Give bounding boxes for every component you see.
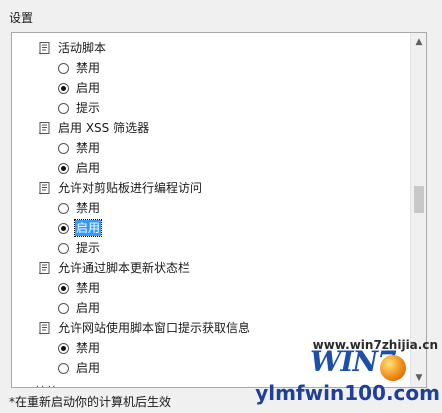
folder-icon — [16, 386, 27, 387]
script-policy-icon — [38, 262, 50, 275]
folder-other[interactable]: 其他 — [16, 382, 59, 387]
option-label: 禁用 — [76, 141, 101, 155]
settings-tree-list: 活动脚本 禁用 启用 提示 启用 XSS 筛选器 禁用 启用 允许对剪贴板进行编程访问 禁用 启用… — [12, 33, 410, 387]
watermark-orb-icon — [380, 355, 406, 381]
option-label: 提示 — [76, 101, 101, 115]
script-policy-icon — [38, 322, 50, 335]
radio-option[interactable]: 启用 — [58, 298, 101, 318]
policy-label: 活动脚本 — [58, 41, 107, 55]
policy-item[interactable]: 允许网站使用脚本窗口提示获取信息 — [38, 318, 251, 338]
radio-option[interactable]: 启用 — [58, 358, 101, 378]
radio-option[interactable]: 禁用 — [58, 338, 101, 358]
option-label: 启用 — [76, 361, 101, 375]
option-label: 提示 — [76, 241, 101, 255]
radio-option[interactable]: 提示 — [58, 238, 101, 258]
policy-item[interactable]: 活动脚本 — [38, 38, 107, 58]
option-label: 禁用 — [76, 61, 101, 75]
radio-option[interactable]: 启用 — [58, 78, 101, 98]
script-policy-icon — [38, 182, 50, 195]
radio-button[interactable] — [58, 142, 69, 154]
site-watermark: www.win7zhijia.cn WIN7 ylmfwin100.com — [255, 335, 442, 413]
option-label: 禁用 — [76, 201, 101, 215]
radio-button[interactable] — [58, 102, 69, 114]
radio-button[interactable] — [58, 302, 69, 314]
vertical-scrollbar[interactable]: ▲ ▼ — [410, 33, 426, 387]
option-label: 启用 — [76, 81, 101, 95]
watermark-domain: ylmfwin100.com — [255, 381, 440, 405]
radio-option[interactable]: 禁用 — [58, 278, 101, 298]
policy-item[interactable]: 允许对剪贴板进行编程访问 — [38, 178, 203, 198]
policy-label: 启用 XSS 筛选器 — [58, 121, 150, 135]
radio-option[interactable]: 禁用 — [58, 58, 101, 78]
radio-button[interactable] — [58, 242, 69, 254]
radio-button[interactable] — [58, 222, 69, 234]
scroll-up-arrow-icon[interactable]: ▲ — [411, 34, 426, 50]
radio-button[interactable] — [58, 362, 69, 374]
radio-button[interactable] — [58, 282, 69, 294]
footer-note: *在重新启动你的计算机后生效 — [9, 395, 172, 409]
radio-option[interactable]: 提示 — [58, 98, 101, 118]
radio-button[interactable] — [58, 62, 69, 74]
option-label: 禁用 — [76, 281, 101, 295]
policy-label: 允许网站使用脚本窗口提示获取信息 — [58, 321, 251, 335]
policy-label: 允许对剪贴板进行编程访问 — [58, 181, 203, 195]
group-label: 设置 — [9, 11, 34, 25]
radio-option[interactable]: 启用 — [58, 158, 101, 178]
option-label: 启用 — [73, 219, 103, 237]
radio-option[interactable]: 禁用 — [58, 138, 101, 158]
scroll-thumb[interactable] — [414, 186, 424, 213]
folder-label: 其他 — [33, 384, 59, 387]
option-label: 禁用 — [76, 341, 101, 355]
option-label: 启用 — [76, 161, 101, 175]
option-label: 启用 — [76, 301, 101, 315]
radio-option[interactable]: 禁用 — [58, 198, 101, 218]
policy-label: 允许通过脚本更新状态栏 — [58, 261, 191, 275]
radio-button[interactable] — [58, 82, 69, 94]
script-policy-icon — [38, 122, 50, 135]
radio-button[interactable] — [58, 162, 69, 174]
radio-button[interactable] — [58, 342, 69, 354]
policy-item[interactable]: 启用 XSS 筛选器 — [38, 118, 150, 138]
radio-option[interactable]: 启用 — [58, 218, 103, 238]
radio-button[interactable] — [58, 202, 69, 214]
policy-item[interactable]: 允许通过脚本更新状态栏 — [38, 258, 191, 278]
script-policy-icon — [38, 42, 50, 55]
